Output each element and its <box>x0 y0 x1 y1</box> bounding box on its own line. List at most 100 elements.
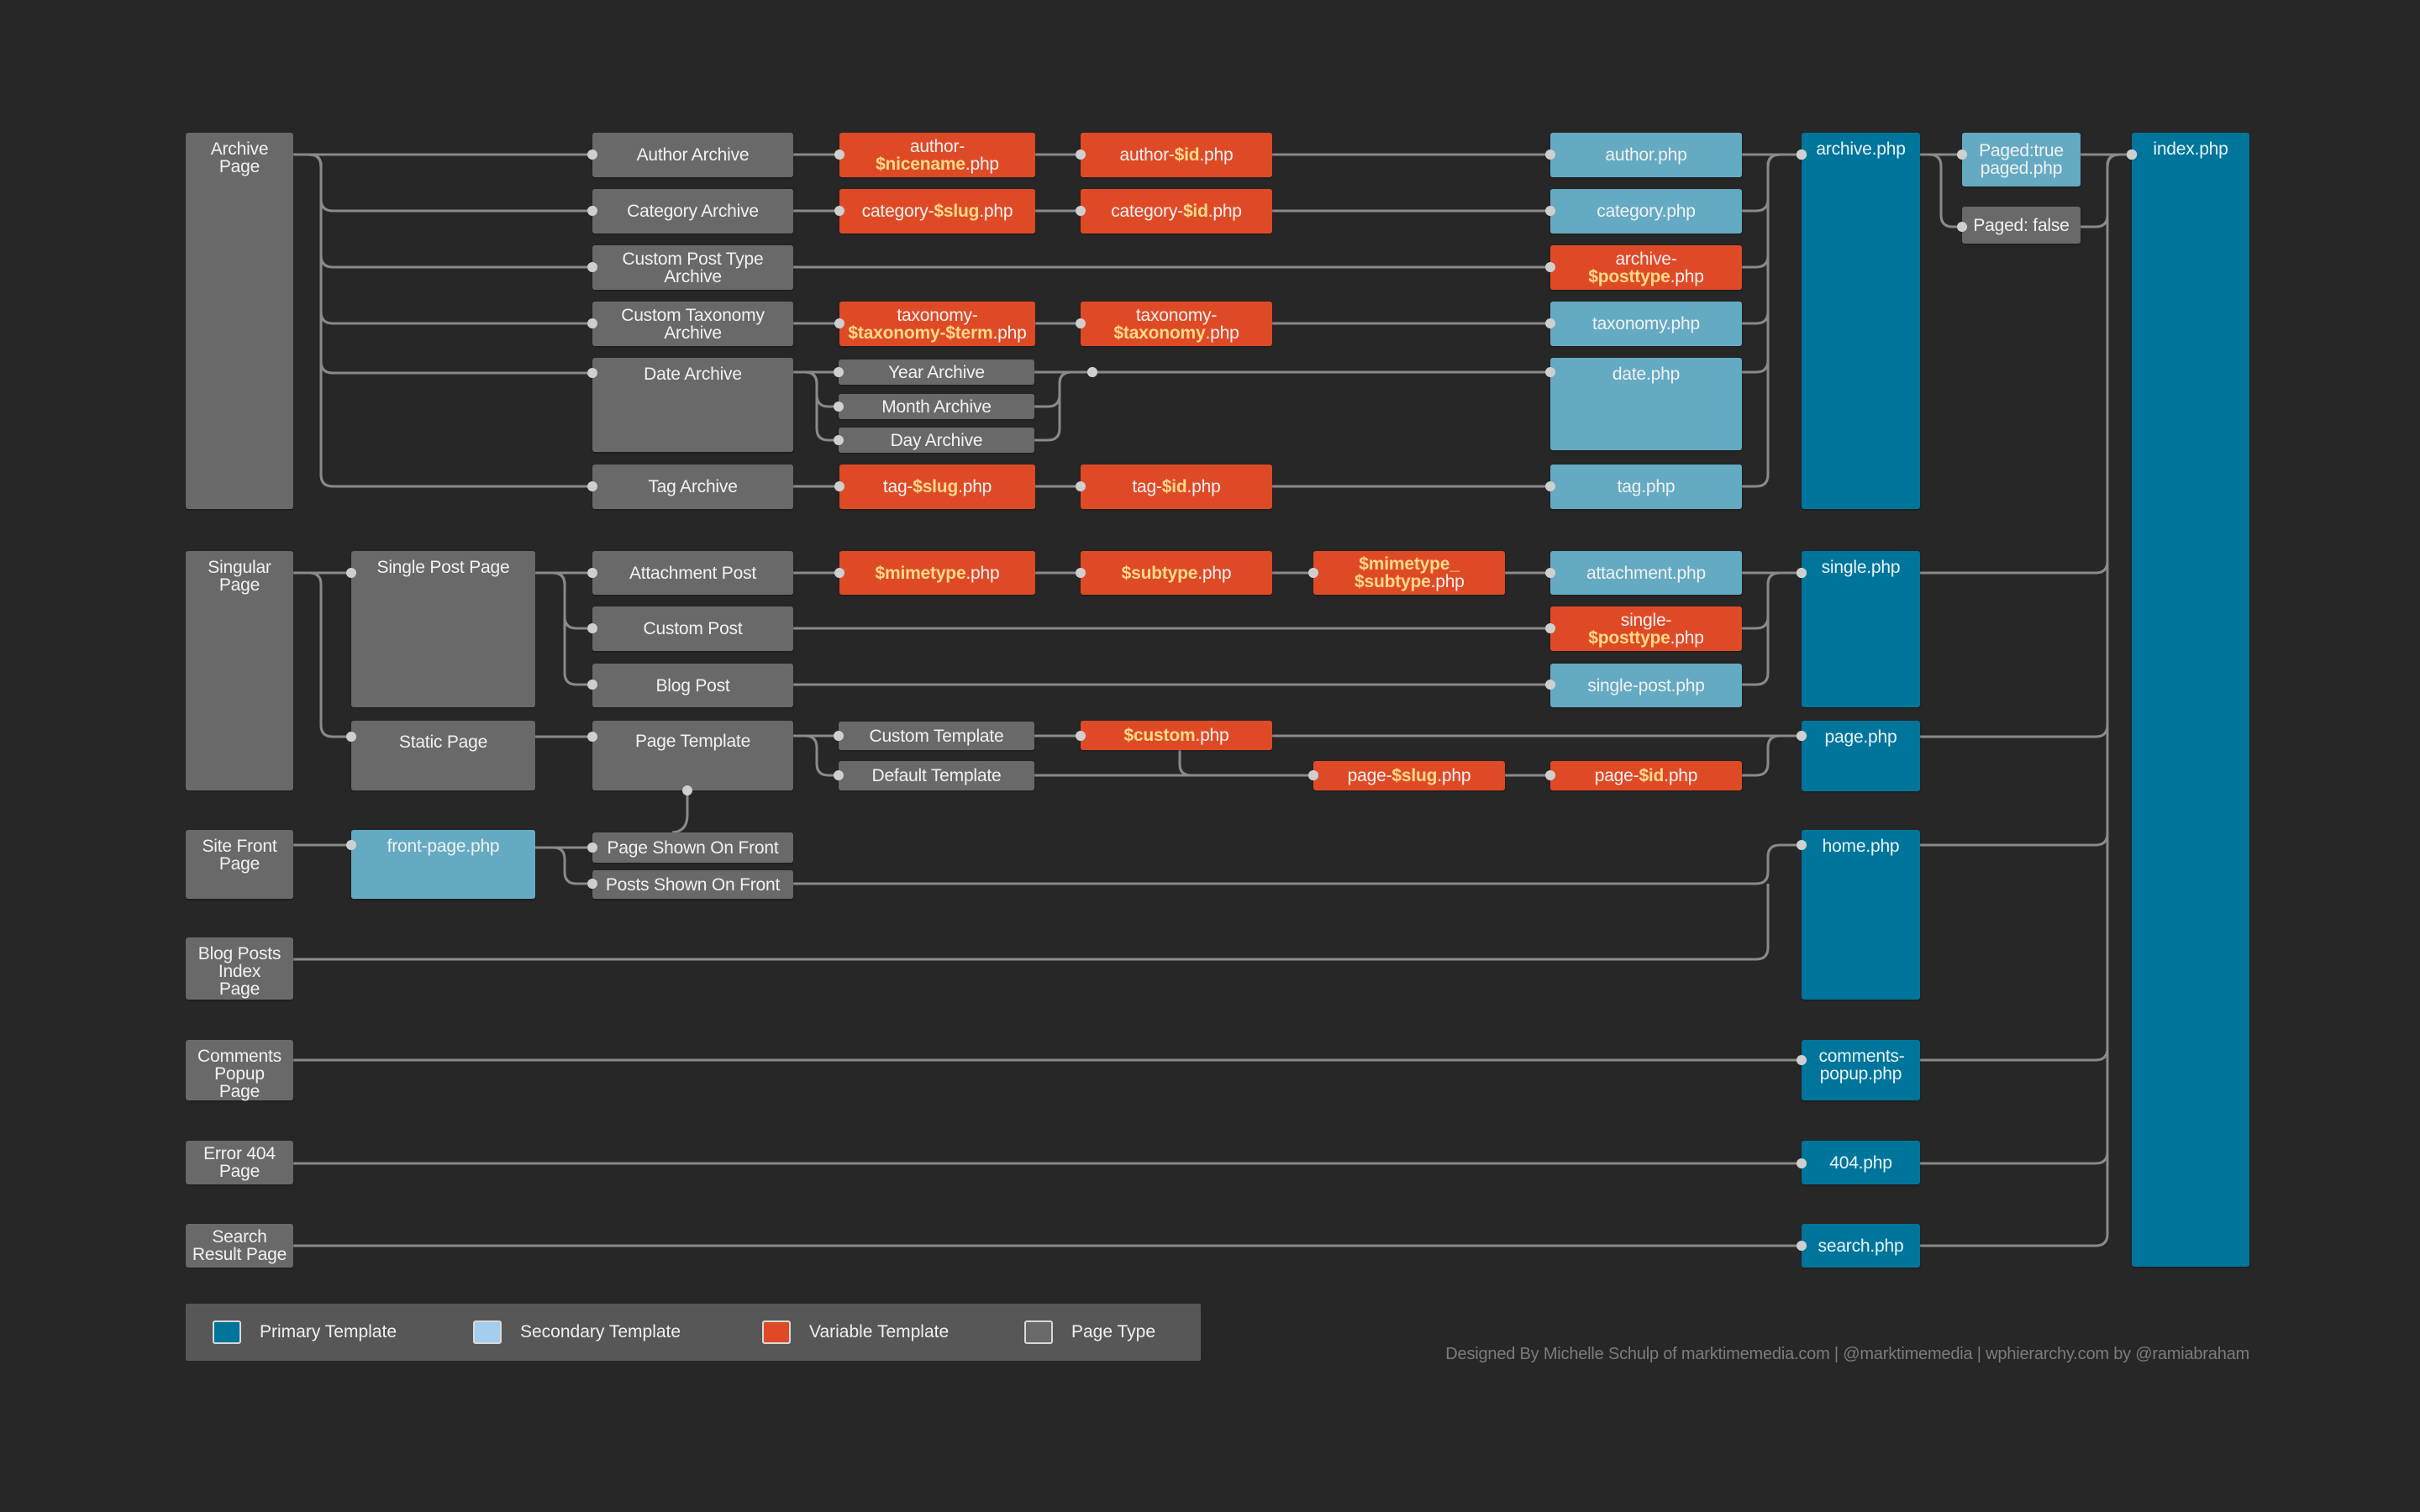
node-custom-post[interactable]: Custom Post <box>592 606 793 651</box>
node-custom-php[interactable]: $custom.php <box>1081 721 1272 750</box>
node-author-id-php[interactable]: author-$id.php <box>1081 133 1272 177</box>
node-single-posttype-php[interactable]: single- $posttype.php <box>1550 606 1742 651</box>
node-tag-slug-php[interactable]: tag-$slug.php <box>839 465 1035 509</box>
node-month-archive[interactable]: Month Archive <box>839 394 1034 419</box>
legend-item-variable: Variable Template <box>762 1320 949 1344</box>
node-date-php[interactable]: date.php <box>1550 358 1742 450</box>
node-category-archive[interactable]: Category Archive <box>592 189 793 234</box>
node-page-id-php[interactable]: page-$id.php <box>1550 761 1742 790</box>
connector-dot <box>834 367 844 377</box>
node-search-result-page[interactable]: Search Result Page <box>186 1224 293 1268</box>
legend-swatch-page-type <box>1024 1320 1053 1344</box>
connector-dot <box>834 435 844 445</box>
label: author- $nicename.php <box>876 136 999 174</box>
connector-dot <box>834 770 844 780</box>
connector-dot <box>346 840 356 850</box>
connector-dot <box>587 879 597 889</box>
node-author-nicename-php[interactable]: author- $nicename.php <box>839 133 1035 177</box>
connector-line <box>293 571 351 738</box>
node-singular-page[interactable]: Singular Page <box>186 551 293 790</box>
label: single- $posttype.php <box>1588 610 1704 648</box>
node-blog-post[interactable]: Blog Post <box>592 664 793 707</box>
label: archive- $posttype.php <box>1588 249 1704 286</box>
node-comments-popup-page[interactable]: Comments Popup Page <box>186 1040 293 1100</box>
node-404-php[interactable]: 404.php <box>1802 1141 1920 1184</box>
node-category-id-php[interactable]: category-$id.php <box>1081 189 1272 234</box>
label: page-$slug.php <box>1347 766 1471 785</box>
node-custom-post-type-archive[interactable]: Custom Post Type Archive <box>592 245 793 290</box>
node-taxonomy-term-php[interactable]: taxonomy- $taxonomy-$term.php <box>839 302 1035 346</box>
connector-dot <box>587 262 597 272</box>
label: page-$id.php <box>1594 766 1698 785</box>
node-page-template[interactable]: Page Template <box>592 721 793 790</box>
node-tag-id-php[interactable]: tag-$id.php <box>1081 465 1272 509</box>
connector-dot <box>346 568 356 578</box>
label: author-$id.php <box>1119 145 1234 165</box>
node-search-php[interactable]: search.php <box>1802 1224 1920 1268</box>
connector-line <box>293 153 592 488</box>
node-year-archive[interactable]: Year Archive <box>839 360 1034 385</box>
node-mimetype-php[interactable]: $mimetype.php <box>839 551 1035 595</box>
node-custom-template[interactable]: Custom Template <box>839 722 1034 750</box>
node-subtype-php[interactable]: $subtype.php <box>1081 551 1272 595</box>
node-paged-true[interactable]: Paged:true paged.php <box>1962 133 2081 186</box>
node-author-archive[interactable]: Author Archive <box>592 133 793 177</box>
node-tag-php[interactable]: tag.php <box>1550 465 1742 509</box>
node-error-404-page[interactable]: Error 404 Page <box>186 1141 293 1184</box>
connector-dot <box>834 731 844 741</box>
connector-line <box>1742 153 1802 269</box>
node-blog-posts-index-page[interactable]: Blog Posts Index Page <box>186 937 293 1000</box>
node-comments-popup-php[interactable]: comments- popup.php <box>1802 1040 1920 1100</box>
connector-dot <box>834 318 844 328</box>
node-page-slug-php[interactable]: page-$slug.php <box>1313 761 1505 790</box>
node-taxonomy-php[interactable]: taxonomy.php <box>1550 302 1742 346</box>
node-single-post-php[interactable]: single-post.php <box>1550 664 1742 707</box>
node-archive-page[interactable]: Archive Page <box>186 133 293 509</box>
connector-dot <box>1308 568 1318 578</box>
node-date-archive[interactable]: Date Archive <box>592 358 793 452</box>
node-day-archive[interactable]: Day Archive <box>839 428 1034 453</box>
connector-dot <box>587 680 597 690</box>
node-posts-shown-on-front[interactable]: Posts Shown On Front <box>592 870 793 899</box>
node-home-php[interactable]: home.php <box>1802 830 1920 1000</box>
connector-dot <box>682 785 692 795</box>
node-single-post-page[interactable]: Single Post Page <box>351 551 535 707</box>
node-author-php[interactable]: author.php <box>1550 133 1742 177</box>
node-site-front-page[interactable]: Site Front Page <box>186 830 293 899</box>
node-static-page[interactable]: Static Page <box>351 721 535 790</box>
connector-dot <box>587 368 597 378</box>
node-default-template[interactable]: Default Template <box>839 761 1034 790</box>
legend-item-secondary: Secondary Template <box>473 1320 681 1344</box>
node-taxonomy-php-variable[interactable]: taxonomy- $taxonomy.php <box>1081 302 1272 346</box>
label: $custom.php <box>1123 726 1229 745</box>
legend-swatch-secondary <box>473 1320 502 1344</box>
node-page-shown-on-front[interactable]: Page Shown On Front <box>592 832 793 863</box>
connector-dot <box>587 150 597 160</box>
node-tag-archive[interactable]: Tag Archive <box>592 465 793 509</box>
node-single-php[interactable]: single.php <box>1802 551 1920 707</box>
connector-line <box>1742 153 1802 374</box>
connector-dot <box>1797 1158 1807 1168</box>
node-page-php[interactable]: page.php <box>1802 721 1920 791</box>
connector-line <box>1034 370 1092 408</box>
connector-line <box>1920 153 2132 1247</box>
connector-line <box>1742 153 1802 325</box>
node-front-page-php[interactable]: front-page.php <box>351 830 535 899</box>
node-index-php[interactable]: index.php <box>2132 133 2249 1267</box>
connector-line <box>1742 153 1802 213</box>
label: taxonomy- $taxonomy.php <box>1113 305 1239 343</box>
connector-line <box>535 846 592 885</box>
node-mimetype-subtype-php[interactable]: $mimetype_ $subtype.php <box>1313 551 1505 595</box>
connector-line <box>293 153 592 213</box>
connector-dot <box>2127 150 2137 160</box>
node-paged-false[interactable]: Paged: false <box>1962 207 2081 244</box>
node-category-php[interactable]: category.php <box>1550 189 1742 234</box>
node-category-slug-php[interactable]: category-$slug.php <box>839 189 1035 234</box>
node-attachment-post[interactable]: Attachment Post <box>592 551 793 595</box>
connector-dot <box>587 568 597 578</box>
node-archive-php[interactable]: archive.php <box>1802 133 1920 509</box>
node-attachment-php[interactable]: attachment.php <box>1550 551 1742 595</box>
node-archive-posttype-php[interactable]: archive- $posttype.php <box>1550 245 1742 290</box>
connector-line <box>1742 571 1802 630</box>
node-custom-taxonomy-archive[interactable]: Custom Taxonomy Archive <box>592 302 793 346</box>
